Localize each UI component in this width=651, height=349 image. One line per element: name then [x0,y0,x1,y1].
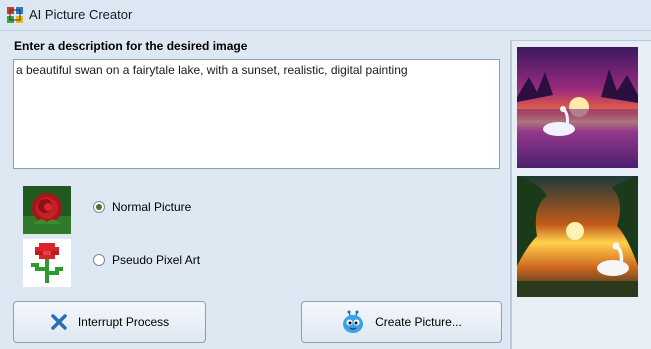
generated-image-2[interactable] [517,176,638,297]
create-picture-label: Create Picture... [375,315,462,329]
prompt-textarea[interactable]: a beautiful swan on a fairytale lake, wi… [13,59,500,169]
generated-image-1[interactable] [517,47,638,168]
interrupt-process-button[interactable]: Interrupt Process [13,301,206,343]
pixel-art-label[interactable]: Pseudo Pixel Art [112,253,200,267]
main-panel: Enter a description for the desired imag… [0,31,510,349]
normal-picture-thumbnail [23,186,71,234]
normal-picture-radio[interactable] [93,201,105,213]
normal-picture-label[interactable]: Normal Picture [112,200,191,214]
robot-mascot-icon [341,310,365,334]
create-picture-button[interactable]: Create Picture... [301,301,502,343]
pixel-art-radio[interactable] [93,254,105,266]
normal-picture-option[interactable]: Normal Picture [93,200,191,214]
close-x-icon [50,313,68,331]
pixel-art-thumbnail [23,239,71,287]
app-logo-icon [7,7,23,23]
pixel-art-option[interactable]: Pseudo Pixel Art [93,253,200,267]
window-title: AI Picture Creator [29,7,133,22]
generated-images-gallery[interactable] [510,40,651,349]
prompt-label: Enter a description for the desired imag… [14,39,248,53]
prompt-text[interactable]: a beautiful swan on a fairytale lake, wi… [16,63,495,77]
title-bar: AI Picture Creator [0,0,651,31]
interrupt-process-label: Interrupt Process [77,315,170,329]
